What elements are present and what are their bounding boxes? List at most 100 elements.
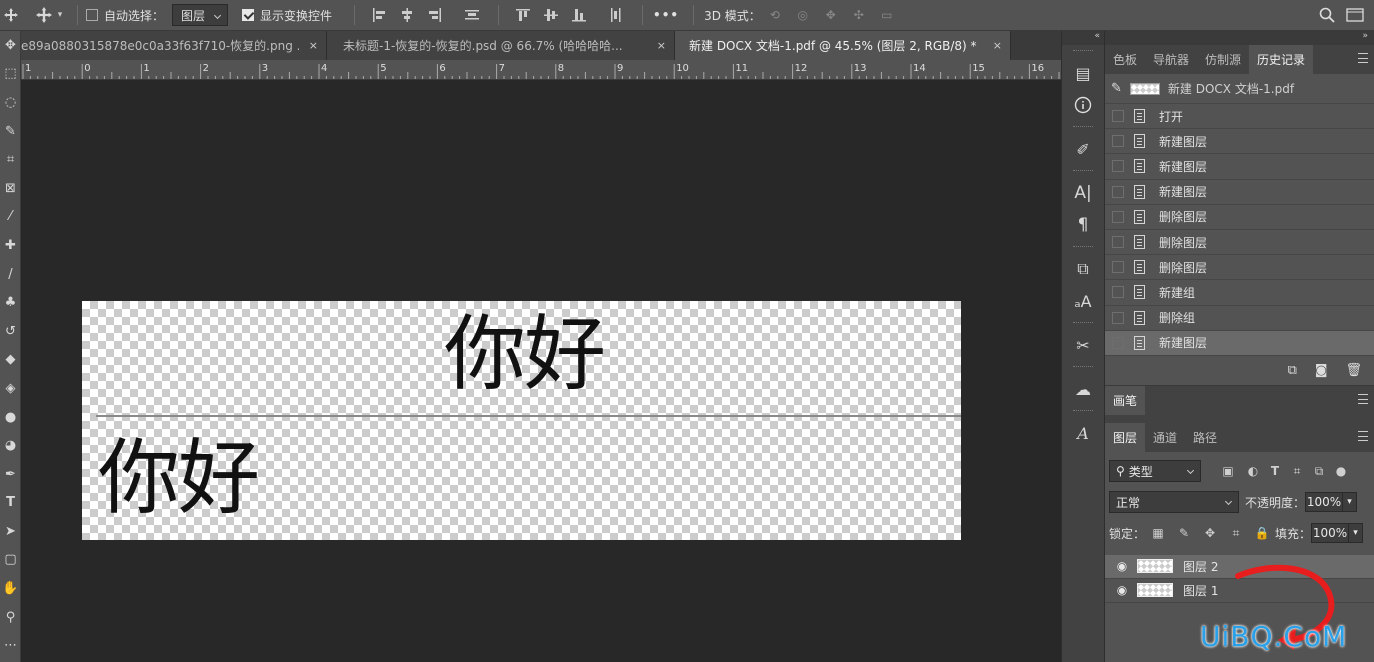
panel-menu-icon[interactable] <box>1358 393 1368 404</box>
history-checkbox[interactable] <box>1112 286 1124 299</box>
horizontal-ruler[interactable]: 1 0 1 2 3 4 5 6 7 8 9 10 11 12 13 14 15 16 <box>21 60 1061 80</box>
filter-pixel-icon[interactable]: ▣ <box>1217 460 1239 482</box>
tab-brush[interactable]: 画笔 <box>1105 385 1146 415</box>
history-item[interactable]: 删除图层 <box>1105 205 1374 230</box>
libraries-icon[interactable]: ☁ <box>1062 373 1104 405</box>
tab-navigator[interactable]: 导航器 <box>1145 45 1197 74</box>
history-brush-source-icon[interactable]: ✎ <box>1111 81 1122 96</box>
distribute-horizontal-icon[interactable] <box>605 4 627 26</box>
tab-document-3[interactable]: 新建 DOCX 文档-1.pdf @ 45.5% (图层 2, RGB/8) *… <box>675 31 1011 60</box>
more-options-button[interactable]: ••• <box>653 0 679 31</box>
eyedropper-tool-icon[interactable]: ⁄ <box>0 203 21 232</box>
tab-history[interactable]: 历史记录 <box>1249 45 1314 74</box>
close-icon[interactable]: × <box>993 39 1002 52</box>
align-top-icon[interactable] <box>512 4 534 26</box>
rectangle-tool-icon[interactable]: ▢ <box>0 546 21 575</box>
history-item[interactable]: 新建图层 <box>1105 129 1374 155</box>
tab-swatches[interactable]: 色板 <box>1105 45 1145 74</box>
close-icon[interactable]: × <box>309 39 318 52</box>
visibility-eye-icon[interactable]: ◉ <box>1115 583 1129 597</box>
history-checkbox[interactable] <box>1112 236 1124 249</box>
3d-orbit-icon[interactable]: ⟲ <box>764 4 786 26</box>
delete-icon[interactable]: 🗑 <box>1345 363 1362 378</box>
filter-type-icon[interactable]: T <box>1264 460 1286 482</box>
history-checkbox[interactable] <box>1112 135 1124 148</box>
lock-artboard-icon[interactable]: ⌗ <box>1225 522 1247 544</box>
edit-toolbar-icon[interactable]: ⋯ <box>0 631 21 660</box>
quick-select-tool-icon[interactable]: ✎ <box>0 117 21 146</box>
layer-filter-dropdown[interactable]: ⚲ 类型 <box>1109 460 1201 483</box>
blend-mode-dropdown[interactable]: 正常 <box>1109 491 1239 514</box>
history-checkbox[interactable] <box>1112 210 1124 223</box>
tool-presets-icon[interactable]: ✂ <box>1062 329 1104 361</box>
history-item[interactable]: 新建组 <box>1105 280 1374 306</box>
history-checkbox[interactable] <box>1112 185 1124 198</box>
auto-select-checkbox[interactable]: 自动选择： <box>86 0 164 31</box>
lock-position-icon[interactable]: ✥ <box>1199 522 1221 544</box>
lock-all-icon[interactable]: 🔒 <box>1251 522 1273 544</box>
history-item[interactable]: 新建图层 <box>1105 180 1374 205</box>
chevron-down-icon[interactable]: ▾ <box>1349 523 1364 544</box>
distribute-vertical-icon[interactable] <box>461 4 483 26</box>
3d-roll-icon[interactable]: ◎ <box>792 4 814 26</box>
new-document-from-state-icon[interactable]: ⧉ <box>1288 363 1297 378</box>
glyphs-icon[interactable]: A <box>1062 417 1104 449</box>
fill-input[interactable]: 100% <box>1311 523 1350 544</box>
move-tool-icon[interactable]: ✥ <box>0 31 21 60</box>
3d-scale-icon[interactable]: ▭ <box>876 4 898 26</box>
character-panel-icon[interactable]: A| <box>1062 177 1104 209</box>
document-canvas[interactable]: 你好 你好 <box>82 301 961 540</box>
hand-tool-icon[interactable]: ✋ <box>0 574 21 603</box>
type-tool-icon[interactable]: T <box>0 489 21 518</box>
path-select-tool-icon[interactable]: ➤ <box>0 517 21 546</box>
search-icon[interactable] <box>1316 4 1338 26</box>
history-checkbox[interactable] <box>1112 336 1124 349</box>
3d-pan-icon[interactable]: ✥ <box>820 4 842 26</box>
history-item[interactable]: 打开 <box>1105 104 1374 130</box>
tab-channels[interactable]: 通道 <box>1145 423 1185 452</box>
history-item[interactable]: 新建图层 <box>1105 154 1374 180</box>
tab-paths[interactable]: 路径 <box>1185 423 1225 452</box>
tab-clone-source[interactable]: 仿制源 <box>1197 45 1249 74</box>
filter-shape-icon[interactable]: ⌗ <box>1286 460 1308 482</box>
history-checkbox[interactable] <box>1112 261 1124 274</box>
character-styles-icon[interactable]: ₐA <box>1062 285 1104 317</box>
frame-tool-icon[interactable]: ⊠ <box>0 174 21 203</box>
eraser-tool-icon[interactable]: ◆ <box>0 346 21 375</box>
lasso-tool-icon[interactable]: ◌ <box>0 88 21 117</box>
clone-source-icon[interactable]: ⧉ <box>1062 253 1104 285</box>
blur-tool-icon[interactable]: ● <box>0 403 21 432</box>
show-transform-checkbox[interactable]: 显示变换控件 <box>242 0 332 31</box>
chevron-down-icon[interactable]: ▾ <box>1343 492 1358 513</box>
paint-bucket-tool-icon[interactable]: ◈ <box>0 374 21 403</box>
history-item[interactable]: 删除组 <box>1105 306 1374 331</box>
brush-settings-icon[interactable]: ✐ <box>1062 133 1104 165</box>
history-item[interactable]: 删除图层 <box>1105 255 1374 281</box>
paragraph-panel-icon[interactable]: ¶ <box>1062 209 1104 241</box>
history-item[interactable]: 新建图层 <box>1105 330 1374 356</box>
collapse-arrows-icon[interactable]: « <box>1062 31 1104 45</box>
lock-image-icon[interactable]: ✎ <box>1173 522 1195 544</box>
tab-document-2[interactable]: 未标题-1-恢复的-恢复的.psd @ 66.7% (哈哈哈哈... × <box>327 31 675 60</box>
tab-document-1[interactable]: e89a0880315878e0c0a33f63f710-恢复的.png ...… <box>21 31 327 60</box>
healing-brush-tool-icon[interactable]: ✚ <box>0 231 21 260</box>
stamp-tool-icon[interactable]: ♣ <box>0 288 21 317</box>
move-tool-icon[interactable] <box>0 0 21 31</box>
opacity-input[interactable]: 100% <box>1305 492 1344 513</box>
new-snapshot-icon[interactable]: ◙ <box>1315 363 1328 378</box>
zoom-tool-icon[interactable]: ⚲ <box>0 603 21 632</box>
workspace-icon[interactable] <box>1344 4 1366 26</box>
info-panel-icon[interactable] <box>1062 89 1104 121</box>
3d-slide-icon[interactable]: ✣ <box>848 4 870 26</box>
align-right-icon[interactable] <box>424 4 446 26</box>
dodge-tool-icon[interactable]: ◕ <box>0 431 21 460</box>
filter-adjustment-icon[interactable]: ◐ <box>1242 460 1264 482</box>
pen-tool-icon[interactable]: ✒ <box>0 460 21 489</box>
history-checkbox[interactable] <box>1112 311 1124 324</box>
close-icon[interactable]: × <box>657 39 666 52</box>
lock-transparent-icon[interactable]: ▦ <box>1147 522 1169 544</box>
auto-select-target-dropdown[interactable]: 图层 <box>172 4 229 26</box>
crop-tool-icon[interactable]: ⌗ <box>0 145 21 174</box>
expand-arrows-icon[interactable]: » <box>1105 31 1374 45</box>
filter-toggle-icon[interactable]: ● <box>1330 460 1352 482</box>
